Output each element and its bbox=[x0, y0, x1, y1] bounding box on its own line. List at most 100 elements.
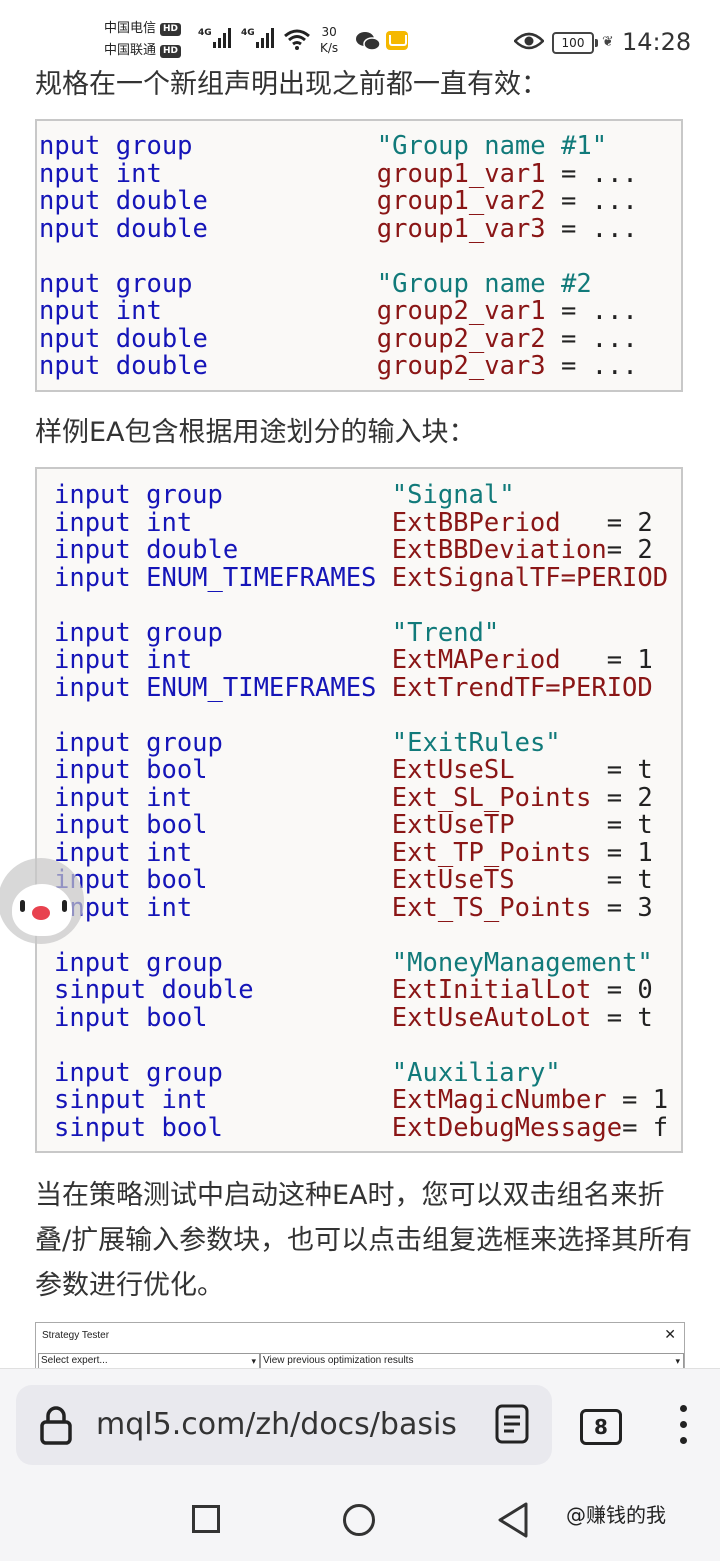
code-keyword: nput double bbox=[39, 323, 208, 354]
floating-assistant-button[interactable] bbox=[0, 858, 84, 944]
code-identifier: "Signal" bbox=[391, 480, 515, 510]
code-line: input bool ExtUseTP = t bbox=[54, 810, 668, 840]
code-keyword: input group bbox=[54, 480, 223, 510]
code-identifier: ExtBBDeviation bbox=[391, 535, 607, 565]
nav-home-button[interactable] bbox=[343, 1504, 375, 1536]
code-identifier: ExtUseAutoLot bbox=[391, 1002, 592, 1033]
code-assignment: = 2 bbox=[606, 535, 653, 565]
code-identifier: "Group name #2 bbox=[376, 268, 592, 299]
code-keyword: nput double bbox=[39, 213, 208, 244]
wifi-icon bbox=[284, 29, 310, 50]
eye-comfort-icon bbox=[514, 32, 544, 50]
code-keyword: input ENUM_TIMEFRAMES bbox=[54, 562, 377, 593]
more-menu-icon[interactable] bbox=[680, 1405, 688, 1449]
code-line: nput group "Group name #2 bbox=[39, 268, 638, 299]
code-identifier: ExtUseSL bbox=[391, 755, 515, 785]
code-identifier: ExtMAPeriod bbox=[391, 645, 561, 675]
code-keyword: input bool bbox=[54, 755, 208, 785]
code-block-groups: nput group "Group name #1" nput int group… bbox=[35, 119, 683, 392]
code-line: input ENUM_TIMEFRAMES ExtTrendTF=PERIOD bbox=[54, 674, 668, 703]
code-lines: input group "Signal" input int ExtBBPerio… bbox=[54, 480, 669, 1143]
code-line: nput int group2_var1 = ... bbox=[39, 296, 638, 326]
code-assignment: = 2 bbox=[591, 782, 653, 813]
code-line: nput group "Group name #1" bbox=[39, 131, 638, 161]
code-identifier: group2_var3 bbox=[376, 351, 546, 381]
code-keyword: nput group bbox=[39, 131, 193, 161]
battery-indicator: 100 bbox=[552, 32, 598, 54]
code-line: input bool ExtUseTS = t bbox=[54, 865, 668, 895]
wechat-icon bbox=[356, 32, 381, 51]
code-line: sinput bool ExtDebugMessage= f bbox=[54, 1112, 669, 1143]
code-identifier: ExtSignalTF=PERIOD bbox=[391, 562, 669, 593]
address-bar[interactable]: mql5.com/zh/docs/basis bbox=[16, 1385, 552, 1465]
code-assignment: = ... bbox=[545, 296, 638, 326]
code-identifier: Ext_TS_Points bbox=[391, 892, 592, 923]
code-assignment: = t bbox=[591, 1002, 653, 1033]
code-identifier: group2_var1 bbox=[376, 296, 546, 326]
carrier-1: 中国电信 bbox=[104, 21, 157, 36]
lock-icon bbox=[40, 1406, 72, 1445]
code-line: input group "MoneyManagement" bbox=[54, 949, 668, 978]
power-saving-icon: ❦ bbox=[602, 34, 614, 50]
code-assignment: = ... bbox=[545, 186, 638, 216]
carriers: 中国电信 HD 中国联通 HD bbox=[104, 18, 182, 62]
chevron-down-icon: ▾ bbox=[251, 1356, 256, 1366]
code-assignment: = ... bbox=[545, 158, 638, 189]
code-identifier: group1_var2 bbox=[376, 186, 546, 216]
hd-badge-1: HD bbox=[160, 22, 182, 36]
code-identifier: ExtUseTP bbox=[391, 810, 515, 840]
code-identifier: "ExitRules" bbox=[391, 727, 561, 758]
code-assignment: = 0 bbox=[591, 975, 653, 1005]
code-keyword: input int bbox=[54, 507, 193, 538]
code-keyword: input bool bbox=[54, 810, 208, 840]
code-keyword: nput group bbox=[39, 268, 193, 299]
nav-recents-button[interactable] bbox=[192, 1505, 220, 1533]
code-line: input group "Auxiliary" bbox=[54, 1059, 668, 1088]
code-identifier: ExtDebugMessage bbox=[391, 1112, 623, 1143]
chevron-down-icon: ▾ bbox=[675, 1356, 680, 1366]
code-assignment: = 3 bbox=[591, 892, 653, 923]
network-type-1: 4G bbox=[198, 28, 212, 38]
code-line: input int ExtMAPeriod = 1 bbox=[54, 645, 668, 675]
clock: 14:28 bbox=[622, 28, 692, 56]
code-assignment: = 1 bbox=[606, 1085, 669, 1115]
code-assignment: = t bbox=[514, 810, 653, 840]
code-line: nput double group1_var2 = ... bbox=[39, 186, 638, 216]
code-line: input group "Signal" bbox=[54, 480, 668, 510]
tester-title: Strategy Tester bbox=[42, 1330, 110, 1341]
code-keyword: sinput int bbox=[54, 1085, 208, 1115]
network-type-2: 4G bbox=[241, 28, 255, 38]
code-line: input int Ext_TP_Points = 1 bbox=[54, 837, 668, 868]
reader-mode-icon[interactable] bbox=[494, 1403, 530, 1445]
code-line: input ENUM_TIMEFRAMES ExtSignalTF=PERIOD bbox=[54, 562, 669, 593]
code-assignment: = t bbox=[514, 865, 653, 895]
url-text[interactable]: mql5.com/zh/docs/basis bbox=[96, 1403, 476, 1447]
browser-toolbar: mql5.com/zh/docs/basis 8 @赚钱的我 bbox=[0, 1368, 720, 1561]
code-keyword: input double bbox=[54, 535, 239, 565]
code-identifier: ExtInitialLot bbox=[391, 975, 592, 1005]
code-assignment: = f bbox=[622, 1112, 669, 1143]
expert-select: Select expert... ▾ bbox=[38, 1353, 260, 1369]
code-line: input group "ExitRules" bbox=[54, 727, 668, 758]
signal-icon-2 bbox=[256, 28, 274, 48]
paragraph-strategy-tester: 当在策略测试中启动这种EA时，您可以双击组名来折叠/扩展输入参数块，也可以点击组… bbox=[35, 1180, 693, 1301]
close-icon: ✕ bbox=[664, 1326, 676, 1342]
code-identifier: "Group name #1" bbox=[376, 131, 608, 161]
code-identifier: ExtMagicNumber bbox=[391, 1085, 607, 1115]
signal-icon-1 bbox=[213, 28, 231, 48]
code-identifier: group1_var1 bbox=[376, 158, 546, 189]
code-assignment: = 1 bbox=[560, 645, 653, 675]
code-line: nput int group1_var1 = ... bbox=[39, 158, 638, 189]
paragraph-group-scope: 规格在一个新组声明出现之前都一直有效： bbox=[35, 69, 548, 100]
code-line: input int Ext_TS_Points = 3 bbox=[54, 892, 668, 923]
code-assignment: = ... bbox=[545, 323, 638, 354]
code-line: input double ExtBBDeviation= 2 bbox=[54, 535, 668, 565]
tab-switcher-button[interactable]: 8 bbox=[580, 1409, 622, 1445]
nav-back-button[interactable] bbox=[496, 1501, 530, 1539]
code-line: nput double group2_var2 = ... bbox=[39, 323, 638, 354]
code-identifier: Ext_TP_Points bbox=[391, 837, 592, 868]
code-assignment: = 1 bbox=[591, 837, 653, 868]
